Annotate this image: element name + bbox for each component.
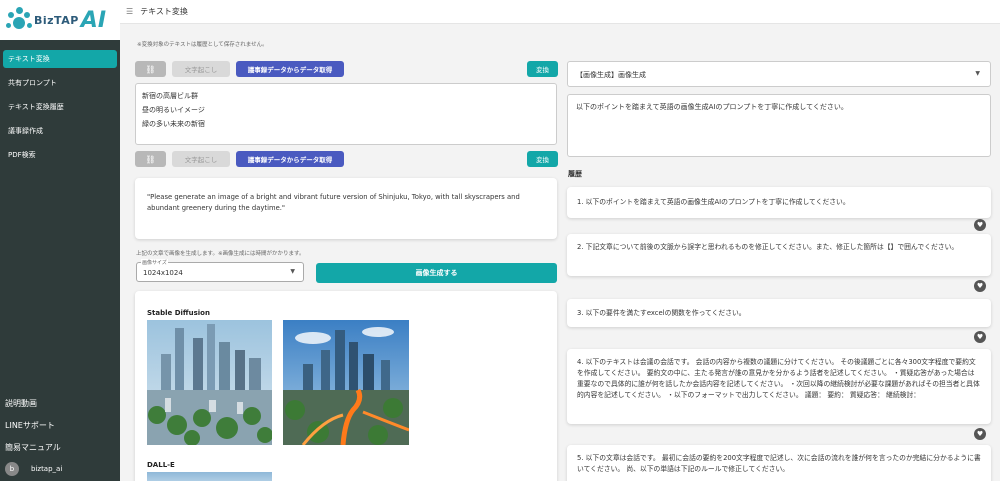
topbar: ☰ テキスト変換 [120, 0, 1000, 24]
logo-text: BizTAP [34, 13, 79, 27]
stable-diffusion-label: Stable Diffusion [147, 309, 210, 317]
history-item-text: 5. 以下の文章は会話です。 最初に会話の要約を200文字程度で記述し、次に会話… [577, 454, 981, 473]
input-line: 新宿の高層ビル群 [142, 92, 198, 100]
hamburger-menu-icon[interactable]: ☰ [126, 7, 133, 16]
dropdown-arrow-icon: ▼ [290, 268, 295, 275]
history-item[interactable]: 5. 以下の文章は会話です。 最初に会話の要約を200文字程度で記述し、次に会話… [567, 445, 991, 481]
privacy-note: ※変換対象のテキストは履歴として保存されません。 [137, 42, 268, 48]
dalle-label: DALL-E [147, 461, 175, 469]
sidebar-nav: テキスト変換 共有プロンプト テキスト変換履歴 議事録作成 PDF検索 [0, 50, 120, 164]
sidebar-item-convert-history[interactable]: テキスト変換履歴 [3, 98, 117, 116]
sidebar-item-text-convert[interactable]: テキスト変換 [3, 50, 117, 68]
avatar: b [5, 462, 19, 476]
source-text-input[interactable]: 新宿の高層ビル群 昼の明るいイメージ 緑の多い未来の新宿 [135, 83, 557, 145]
logo[interactable]: BizTAP AI [0, 0, 120, 40]
transcribe-button[interactable]: 文字起こし [172, 61, 230, 77]
logo-ai-text: AI [80, 7, 107, 33]
sidebar: BizTAP AI テキスト変換 共有プロンプト テキスト変換履歴 議事録作成 … [0, 0, 120, 481]
generate-image-button[interactable]: 画像生成する [316, 263, 557, 283]
link-icon: ⛓ [145, 64, 156, 74]
sidebar-item-video[interactable]: 説明動画 [0, 393, 120, 415]
history-item[interactable]: 2. 下記文章について前後の文脈から誤字と思われるものを修正してください。また、… [567, 234, 991, 276]
page-title: テキスト変換 [140, 7, 188, 16]
history-item-text: 2. 下記文章について前後の文脈から誤字と思われるものを修正してください。また、… [577, 243, 959, 251]
favorite-icon[interactable]: ♥ [974, 428, 986, 440]
input-line: 緑の多い未来の新宿 [142, 120, 205, 128]
history-item[interactable]: 1. 以下のポイントを踏まえて英語の画像生成AIのプロンプトを丁寧に作成してくだ… [567, 187, 991, 218]
generated-images-panel: Stable Diffusion DALL-E [135, 291, 557, 481]
image-size-label: 画像サイズ [141, 259, 168, 266]
sidebar-item-line-support[interactable]: LINEサポート [0, 415, 120, 437]
generated-image-sd-2[interactable] [283, 320, 409, 445]
sidebar-item-pdf-search[interactable]: PDF検索 [3, 146, 117, 164]
toolbar-top: ⛓ 文字起こし 議事録データからデータ取得 [135, 61, 344, 77]
user-menu[interactable]: b biztap_ai [0, 459, 120, 481]
fetch-minutes-button[interactable]: 議事録データからデータ取得 [236, 151, 344, 167]
prompt-template-value: 【画像生成】画像生成 [576, 71, 646, 79]
favorite-icon[interactable]: ♥ [974, 331, 986, 343]
toolbar-bottom: ⛓ 文字起こし 議事録データからデータ取得 [135, 151, 344, 167]
history-item-text: 1. 以下のポイントを踏まえて英語の画像生成AIのプロンプトを丁寧に作成してくだ… [577, 198, 850, 206]
generated-image-dalle-1[interactable] [147, 472, 272, 481]
image-size-value: 1024x1024 [143, 269, 183, 277]
image-hint: 上記の文章で画像を生成します。※画像生成には時間がかかります。 [136, 251, 305, 257]
favorite-icon[interactable]: ♥ [974, 280, 986, 292]
username: biztap_ai [31, 465, 63, 473]
link-button[interactable]: ⛓ [135, 151, 166, 167]
sidebar-item-minutes[interactable]: 議事録作成 [3, 122, 117, 140]
transcribe-button[interactable]: 文字起こし [172, 151, 230, 167]
prompt-textarea[interactable]: 以下のポイントを踏まえて英語の画像生成AIのプロンプトを丁寧に作成してください。 [567, 94, 991, 157]
history-item[interactable]: 3. 以下の要件を満たすexcelの関数を作ってください。 [567, 299, 991, 327]
result-text[interactable]: "Please generate an image of a bright an… [135, 178, 557, 239]
link-icon: ⛓ [145, 154, 156, 164]
history-item[interactable]: 4. 以下のテキストは会議の会話です。 会話の内容から複数の議題に分けてください… [567, 349, 991, 424]
logo-mark-icon [6, 7, 32, 33]
sidebar-item-shared-prompt[interactable]: 共有プロンプト [3, 74, 117, 92]
convert-button[interactable]: 変換 [527, 61, 558, 77]
generated-image-sd-1[interactable] [147, 320, 272, 445]
prompt-template-select[interactable]: 【画像生成】画像生成 ▼ [567, 61, 991, 87]
image-size-select[interactable]: 画像サイズ 1024x1024 ▼ [136, 259, 304, 282]
link-button[interactable]: ⛓ [135, 61, 166, 77]
convert-button[interactable]: 変換 [527, 151, 558, 167]
history-item-text: 4. 以下のテキストは会議の会話です。 会話の内容から複数の議題に分けてください… [577, 358, 980, 399]
dropdown-arrow-icon: ▼ [975, 70, 980, 77]
sidebar-bottom: 説明動画 LINEサポート 簡易マニュアル b biztap_ai [0, 393, 120, 481]
history-item-text: 3. 以下の要件を満たすexcelの関数を作ってください。 [577, 309, 746, 317]
fetch-minutes-button[interactable]: 議事録データからデータ取得 [236, 61, 344, 77]
history-title: 履歴 [568, 170, 582, 178]
input-line: 昼の明るいイメージ [142, 106, 205, 114]
favorite-icon[interactable]: ♥ [974, 219, 986, 231]
sidebar-item-manual[interactable]: 簡易マニュアル [0, 437, 120, 459]
